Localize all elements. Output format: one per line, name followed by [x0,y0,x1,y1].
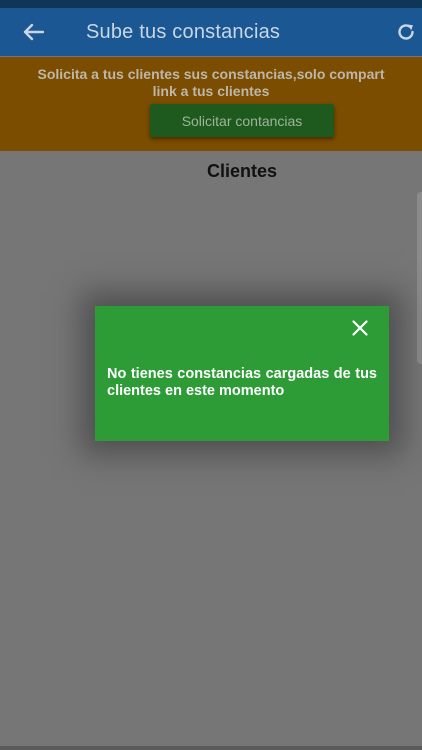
status-bar [0,0,422,8]
refresh-button[interactable] [394,20,418,44]
request-certificates-button[interactable]: Solicitar contancias [150,104,334,137]
page-title: Sube tus constancias [86,21,281,43]
banner-message: Solicita a tus clientes sus constancias,… [37,66,385,99]
clients-heading: Clientes [206,161,278,181]
empty-state-dialog: No tienes constancias cargadas de tus cl… [95,306,389,441]
back-button[interactable] [20,19,46,45]
info-banner: Solicita a tus clientes sus constancias,… [0,57,422,151]
refresh-icon [398,24,414,40]
empty-state-message: No tienes constancias cargadas de tus cl… [107,366,377,399]
close-icon [352,320,368,336]
app-bar: Sube tus constancias [0,8,422,56]
scroll-handle[interactable] [417,192,422,364]
arrow-left-icon [23,23,44,41]
bottom-edge [0,746,422,750]
close-button[interactable] [350,318,370,338]
